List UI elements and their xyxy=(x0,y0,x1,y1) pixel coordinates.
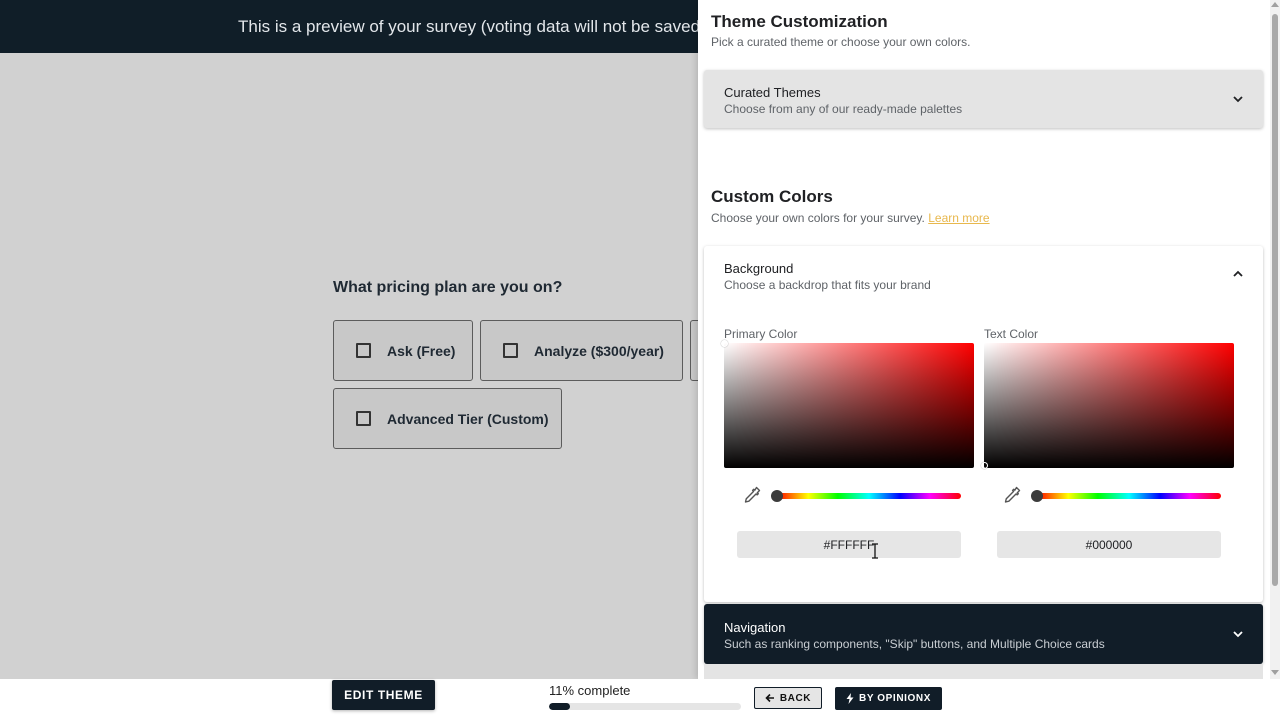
edit-theme-button[interactable]: EDIT THEME xyxy=(332,680,435,710)
accordion-subtitle: Choose a backdrop that fits your brand xyxy=(724,278,931,292)
option-label: Ask (Free) xyxy=(387,342,456,359)
accordion-title: Navigation xyxy=(724,620,786,635)
custom-colors-subtitle: Choose your own colors for your survey. … xyxy=(711,211,990,225)
accordion-subtitle: Choose from any of our ready-made palett… xyxy=(724,102,963,116)
text-color-saturation-area[interactable] xyxy=(981,343,1234,469)
text-color-label: Text Color xyxy=(984,327,1039,341)
next-accordion-peek xyxy=(704,664,1263,679)
checkbox-icon[interactable] xyxy=(356,343,371,358)
accordion-subtitle: Such as ranking components, "Skip" butto… xyxy=(724,637,1105,651)
arrow-left-icon xyxy=(765,693,774,703)
curated-themes-accordion[interactable]: Curated Themes Choose from any of our re… xyxy=(704,70,1263,128)
custom-colors-description: Choose your own colors for your survey. xyxy=(711,211,925,225)
accordion-title: Curated Themes xyxy=(724,85,821,100)
progress-bar xyxy=(549,703,741,710)
chevron-up-icon[interactable] xyxy=(1231,267,1245,281)
text-hue-knob[interactable] xyxy=(1031,490,1043,502)
option-card-ask-free[interactable]: Ask (Free) xyxy=(333,320,473,381)
panel-subtitle: Pick a curated theme or choose your own … xyxy=(711,35,971,49)
bottom-bar xyxy=(0,679,1280,720)
scrollbar-thumb[interactable] xyxy=(1272,14,1278,586)
option-card-advanced-tier[interactable]: Advanced Tier (Custom) xyxy=(333,388,562,449)
back-button-label: BACK xyxy=(779,692,812,704)
text-color-handle[interactable] xyxy=(981,462,988,469)
chevron-down-icon[interactable] xyxy=(1231,92,1245,106)
text-cursor-icon xyxy=(872,543,878,559)
primary-hue-slider[interactable] xyxy=(771,490,961,502)
survey-preview: What pricing plan are you on? Ask (Free)… xyxy=(0,53,698,679)
progress-bar-fill xyxy=(549,703,571,710)
primary-color-saturation-area[interactable] xyxy=(721,340,974,468)
panel-title: Theme Customization xyxy=(711,12,888,31)
checkbox-icon[interactable] xyxy=(356,411,371,426)
lightning-bolt-icon xyxy=(846,693,854,704)
by-opinionx-label: BY OPINIONX xyxy=(859,693,931,704)
by-opinionx-button[interactable]: BY OPINIONX xyxy=(835,687,942,710)
primary-color-label: Primary Color xyxy=(724,327,798,341)
preview-banner-text: This is a preview of your survey (voting… xyxy=(238,17,711,36)
scroll-up-arrow-icon[interactable] xyxy=(1271,2,1279,7)
accordion-title: Background xyxy=(724,261,794,276)
option-label: Analyze ($300/year) xyxy=(534,342,664,359)
option-card-partial[interactable] xyxy=(690,320,698,381)
question-title: What pricing plan are you on? xyxy=(333,279,563,296)
theme-customization-panel: Theme Customization Pick a curated theme… xyxy=(698,0,1280,679)
navigation-accordion[interactable]: Navigation Such as ranking components, "… xyxy=(704,604,1263,664)
custom-colors-title: Custom Colors xyxy=(711,187,833,206)
option-label: Advanced Tier (Custom) xyxy=(387,410,549,427)
checkbox-icon[interactable] xyxy=(503,343,518,358)
scroll-down-arrow-icon[interactable] xyxy=(1271,670,1279,675)
learn-more-link[interactable]: Learn more xyxy=(928,211,989,225)
text-color-hex-input[interactable] xyxy=(997,531,1221,558)
primary-color-handle[interactable] xyxy=(721,340,728,347)
preview-banner: This is a preview of your survey (voting… xyxy=(0,0,710,53)
eyedropper-icon[interactable] xyxy=(742,485,762,505)
panel-scrollbar[interactable] xyxy=(1270,0,1280,679)
chevron-down-icon[interactable] xyxy=(1231,627,1245,641)
text-hue-slider[interactable] xyxy=(1031,490,1221,502)
progress-label: 11% complete xyxy=(549,683,631,698)
primary-color-hex-input[interactable] xyxy=(737,531,961,558)
eyedropper-icon[interactable] xyxy=(1002,485,1022,505)
back-button[interactable]: BACK xyxy=(754,687,822,709)
option-card-analyze[interactable]: Analyze ($300/year) xyxy=(480,320,683,381)
primary-hue-knob[interactable] xyxy=(771,490,783,502)
background-accordion: Background Choose a backdrop that fits y… xyxy=(704,246,1263,602)
